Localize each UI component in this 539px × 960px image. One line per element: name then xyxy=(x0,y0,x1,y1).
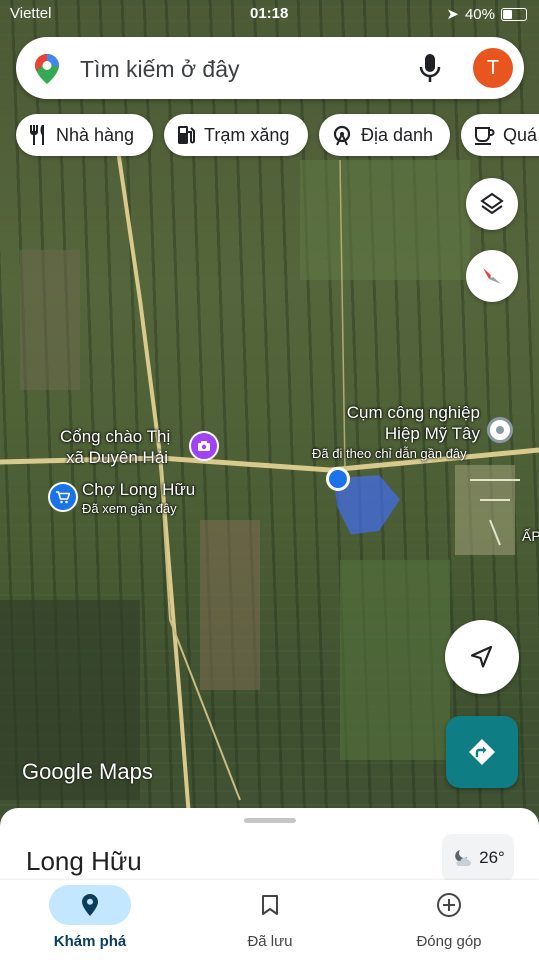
avatar[interactable]: T xyxy=(473,48,513,88)
poi-title: Chợ Long Hữu xyxy=(82,480,196,499)
camera-icon[interactable] xyxy=(189,431,219,461)
poi-title: Hiệp Mỹ Tây xyxy=(384,424,480,443)
place-title: Long Hữu xyxy=(26,846,142,876)
landmark-icon xyxy=(333,125,351,146)
compass-icon xyxy=(483,268,501,284)
chip-landmarks[interactable]: Địa danh xyxy=(319,114,450,156)
chip-label: Quá xyxy=(503,124,538,145)
status-bar: Viettel 01:18 ➤ 40% xyxy=(0,0,539,28)
weather-chip[interactable]: 26° xyxy=(442,834,514,882)
nav-label: Đóng góp xyxy=(416,933,482,950)
nav-label: Đã lưu xyxy=(247,933,293,950)
nav-icon-pill xyxy=(408,885,490,925)
explore-pin-icon xyxy=(82,894,98,916)
poi-subtitle: Đã đi theo chỉ dẫn gần đây xyxy=(312,446,467,461)
nav-contribute[interactable]: Đóng góp xyxy=(359,880,539,960)
temperature: 26° xyxy=(479,848,505,867)
chip-restaurants[interactable]: Nhà hàng xyxy=(16,114,153,156)
chip-cafes[interactable]: Quá xyxy=(461,114,539,156)
clock: 01:18 xyxy=(250,5,289,22)
maps-pin-icon xyxy=(35,54,59,84)
add-circle-icon xyxy=(437,893,461,917)
poi-title: Cụm công nghiệp xyxy=(346,403,480,422)
bottom-navigation: Khám phá Đã lưu Đóng góp xyxy=(0,880,539,960)
poi-gate-label[interactable]: Cổng chào Thị xã Duyên Hải xyxy=(60,426,170,468)
microphone-icon[interactable] xyxy=(416,52,444,84)
bottom-sheet[interactable]: Long Hữu 26° xyxy=(0,808,539,888)
my-location-button[interactable] xyxy=(445,620,519,694)
navigation-arrow-icon xyxy=(470,645,493,668)
chip-gas-stations[interactable]: Trạm xăng xyxy=(164,114,308,156)
battery-percent: 40% xyxy=(464,5,495,23)
industrial-pin-icon[interactable] xyxy=(487,417,513,443)
shopping-cart-icon[interactable] xyxy=(48,482,78,512)
poi-title: Cổng chào Thị xyxy=(60,427,171,446)
location-arrow-icon: ➤ xyxy=(446,6,459,23)
map-area-label: ẤP xyxy=(522,528,539,544)
current-location-marker[interactable] xyxy=(326,467,350,491)
nav-icon-pill xyxy=(229,885,311,925)
directions-icon xyxy=(469,739,495,765)
layers-button[interactable] xyxy=(466,178,518,230)
chip-label: Trạm xăng xyxy=(204,124,290,145)
chip-label: Nhà hàng xyxy=(56,124,135,145)
search-bar[interactable]: T xyxy=(16,37,524,99)
directions-button[interactable] xyxy=(446,716,518,788)
carrier-name: Viettel xyxy=(10,5,52,22)
chip-label: Địa danh xyxy=(361,124,434,145)
coffee-icon xyxy=(475,127,495,145)
category-chips: Nhà hàng Trạm xăng Địa danh Quá xyxy=(16,114,539,156)
nav-saved[interactable]: Đã lưu xyxy=(180,880,360,960)
restaurant-icon xyxy=(30,125,44,145)
nav-explore[interactable]: Khám phá xyxy=(0,880,180,960)
poi-market-label[interactable]: Chợ Long Hữu Đã xem gần đây xyxy=(82,480,195,516)
compass-button[interactable] xyxy=(466,250,518,302)
google-maps-logo: Google Maps xyxy=(22,759,153,784)
poi-industrial-label[interactable]: Cụm công nghiệp Hiệp Mỹ Tây xyxy=(330,402,480,444)
layers-icon xyxy=(480,192,504,215)
nav-icon-pill xyxy=(49,885,131,925)
poi-title: xã Duyên Hải xyxy=(66,448,169,467)
bookmark-icon xyxy=(262,895,278,915)
nav-label: Khám phá xyxy=(53,933,127,950)
gas-station-icon xyxy=(178,126,195,144)
battery-icon xyxy=(501,7,527,21)
sheet-drag-handle[interactable] xyxy=(244,818,296,823)
moon-cloud-icon xyxy=(455,850,472,866)
poi-subtitle: Đã xem gần đây xyxy=(82,501,177,516)
search-input[interactable] xyxy=(78,51,402,87)
